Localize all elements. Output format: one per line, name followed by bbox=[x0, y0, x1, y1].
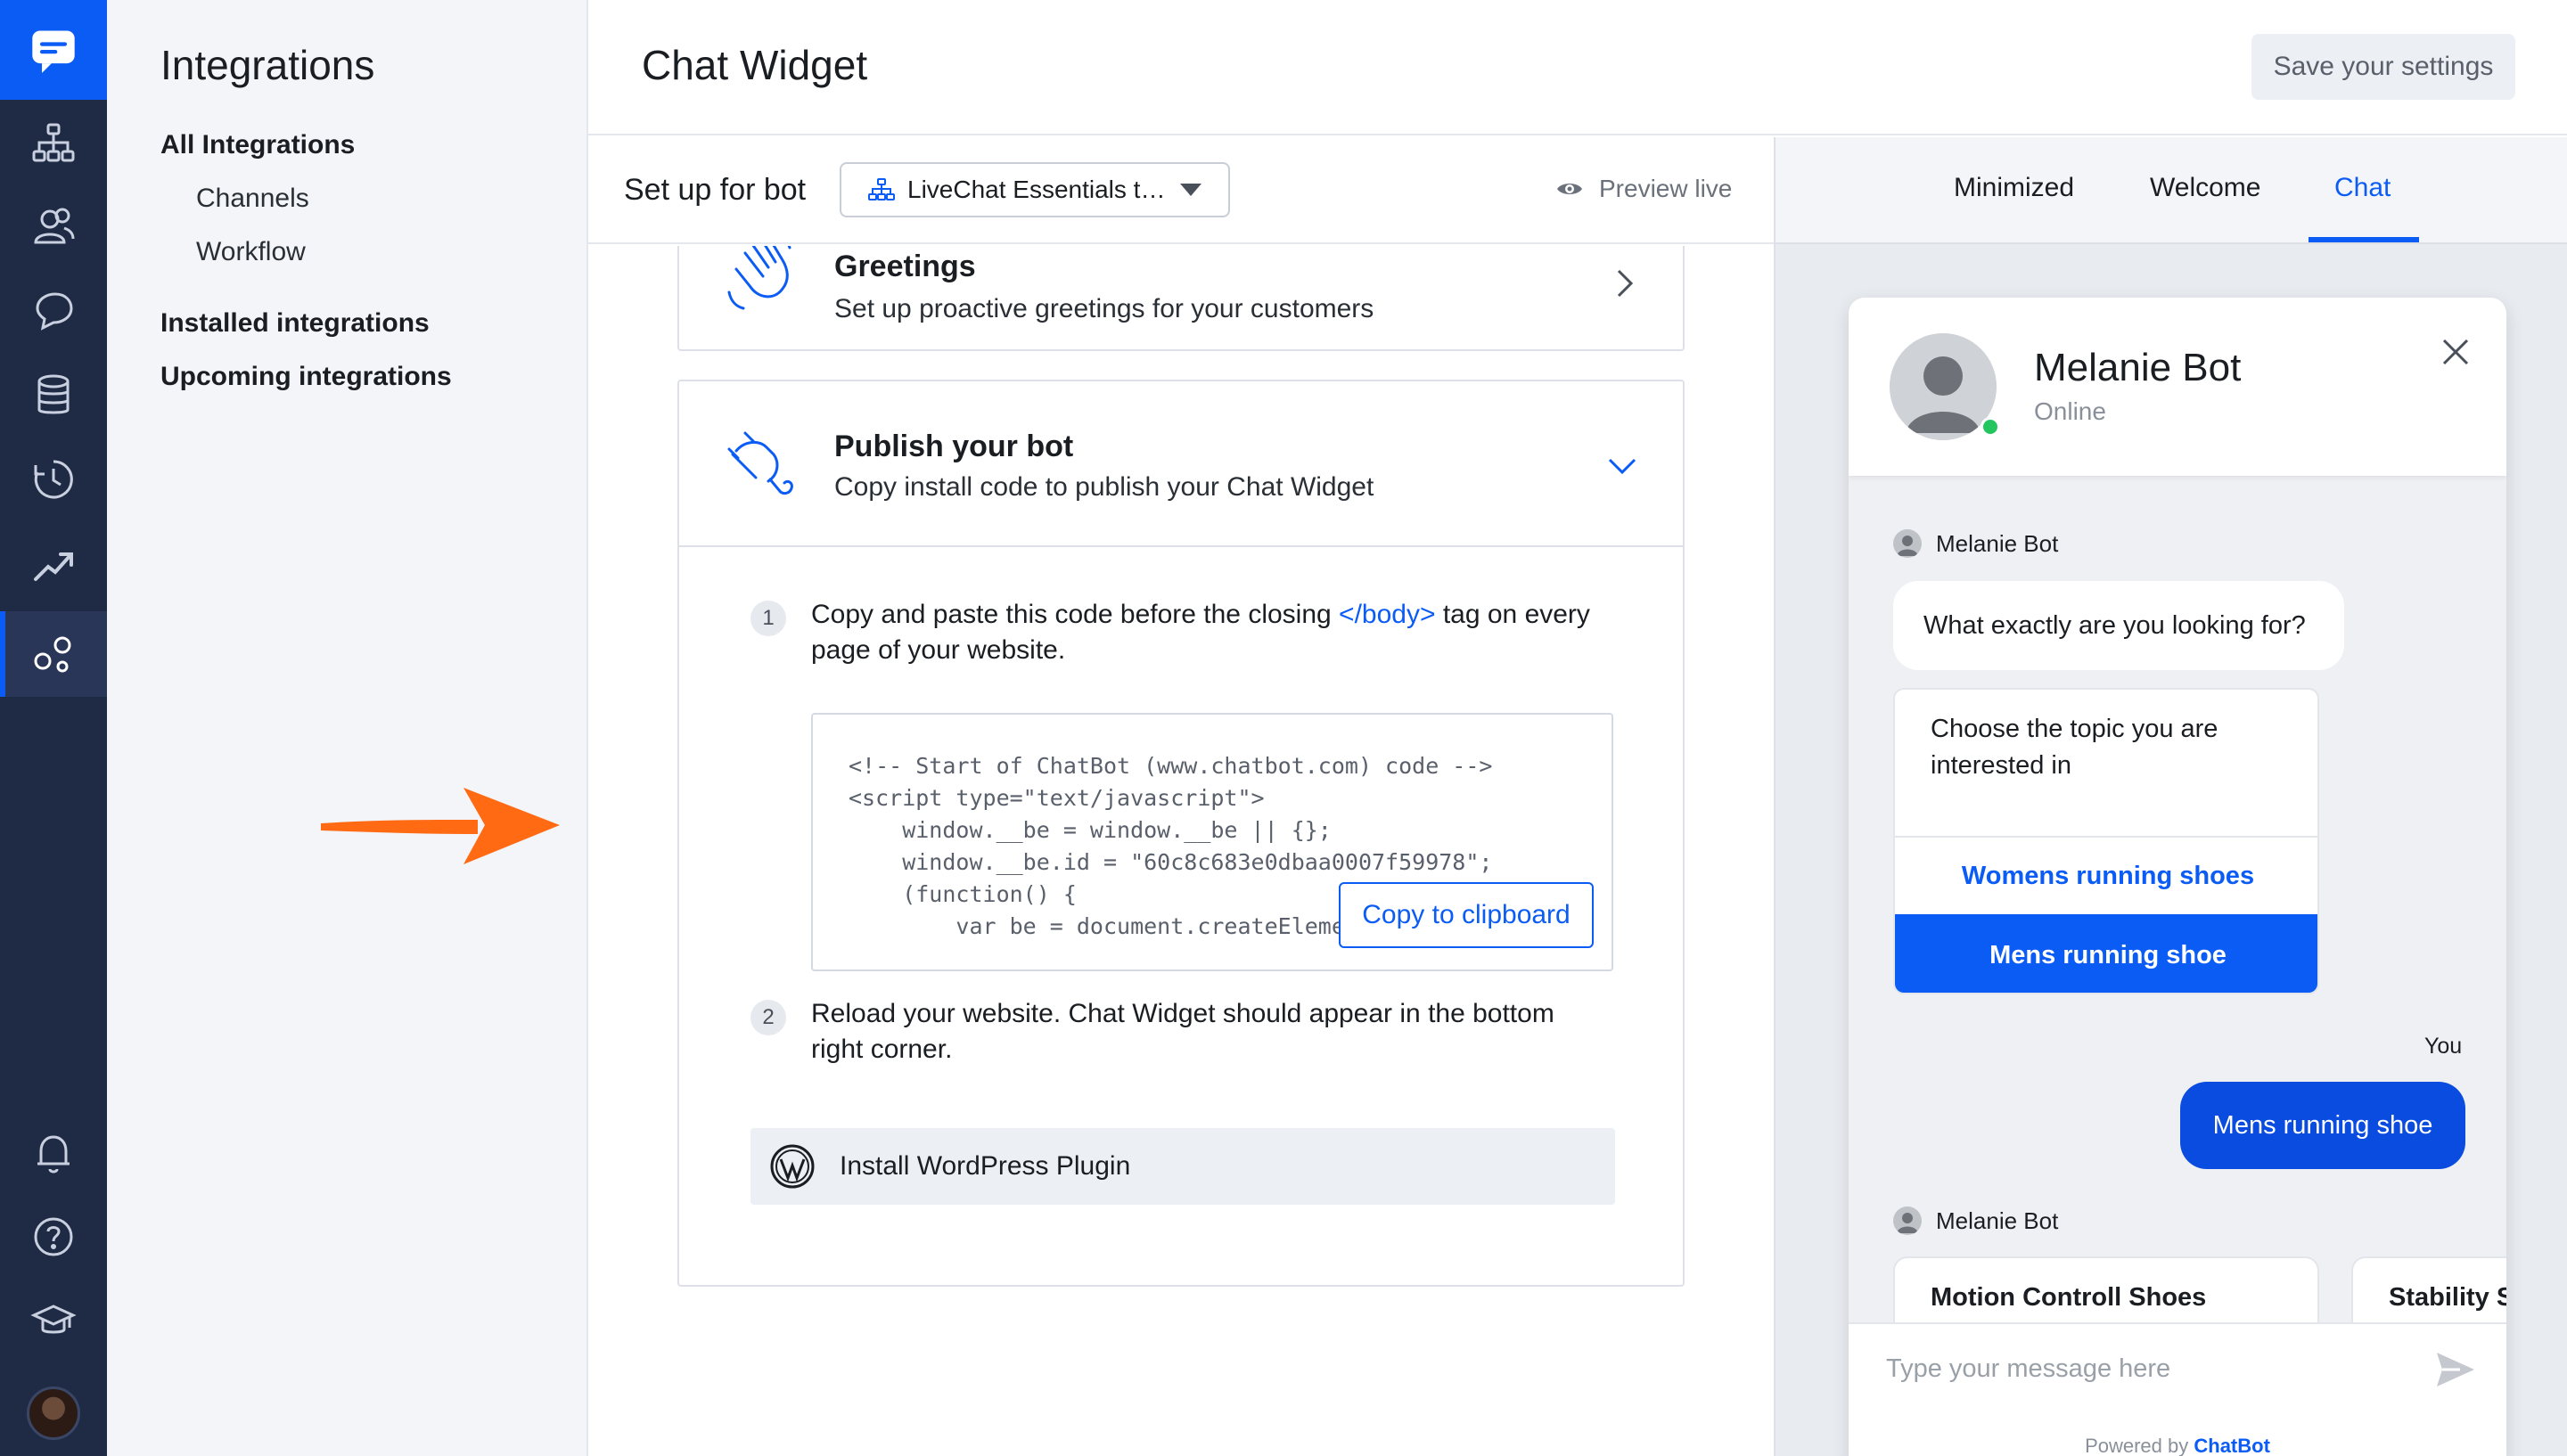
user-message: Mens running shoe bbox=[2180, 1082, 2465, 1169]
widget-header: Melanie Bot Online bbox=[1849, 298, 2506, 476]
left-rail bbox=[0, 0, 107, 1456]
reports-icon[interactable] bbox=[0, 522, 107, 608]
preview-live-label: Preview live bbox=[1599, 175, 1733, 202]
step-number: 2 bbox=[750, 1000, 786, 1035]
powered-by: Powered by ChatBot bbox=[1849, 1415, 2506, 1456]
you-label: You bbox=[2424, 1034, 2463, 1059]
bot-message: What exactly are you looking for? bbox=[1893, 581, 2344, 670]
step-number: 1 bbox=[750, 601, 786, 636]
save-settings-button[interactable]: Save your settings bbox=[2251, 34, 2515, 100]
setup-label: Set up for bot bbox=[624, 173, 807, 207]
eye-icon bbox=[1557, 184, 1582, 194]
copy-to-clipboard-button[interactable]: Copy to clipboard bbox=[1339, 882, 1594, 948]
database-icon[interactable] bbox=[0, 353, 107, 438]
tab-minimized[interactable]: Minimized bbox=[1954, 173, 2074, 203]
online-indicator bbox=[1981, 417, 2000, 437]
chat-icon[interactable] bbox=[0, 267, 107, 353]
message-sender: Melanie Bot bbox=[1893, 529, 2058, 558]
option-womens-running-shoes[interactable]: Womens running shoes bbox=[1895, 836, 2317, 914]
greetings-title: Greetings bbox=[834, 249, 976, 283]
publish-card: Publish your bot Copy install code to pu… bbox=[677, 380, 1685, 1287]
greetings-card[interactable]: Greetings Set up proactive greetings for… bbox=[677, 246, 1685, 351]
tab-chat[interactable]: Chat bbox=[2334, 173, 2391, 203]
topic-question: Choose the topic you are interested in bbox=[1931, 715, 2218, 780]
subnav-item-all-integrations[interactable]: All Integrations bbox=[160, 130, 355, 160]
bot-select-value: LiveChat Essentials t… bbox=[907, 176, 1166, 203]
bot-status: Online bbox=[2034, 397, 2106, 425]
structure-icon[interactable] bbox=[0, 100, 107, 185]
bot-structure-icon bbox=[868, 178, 895, 200]
integrations-icon[interactable] bbox=[0, 611, 107, 697]
waving-hand-icon bbox=[727, 246, 791, 310]
greetings-subtitle: Set up proactive greetings for your cust… bbox=[834, 294, 1374, 323]
subnav-item-channels[interactable]: Channels bbox=[196, 184, 309, 214]
sender-avatar bbox=[1893, 1207, 1922, 1235]
active-tab-indicator bbox=[2309, 237, 2419, 242]
publish-subtitle: Copy install code to publish your Chat W… bbox=[834, 472, 1374, 502]
page-header: Chat Widget Save your settings bbox=[588, 0, 2567, 135]
pointer-arrow-icon bbox=[321, 788, 560, 864]
wordpress-plugin-label: Install WordPress Plugin bbox=[840, 1151, 1131, 1181]
integrations-subnav: Integrations All Integrations Channels W… bbox=[107, 0, 588, 1456]
subnav-item-workflow[interactable]: Workflow bbox=[196, 237, 306, 267]
wordpress-icon bbox=[770, 1144, 815, 1189]
history-icon[interactable] bbox=[0, 437, 107, 522]
setup-bar: Set up for bot LiveChat Essentials t… Pr… bbox=[588, 137, 1774, 244]
bot-select[interactable]: LiveChat Essentials t… bbox=[840, 162, 1230, 217]
subnav-item-installed[interactable]: Installed integrations bbox=[160, 308, 430, 339]
chatbot-brand-link[interactable]: ChatBot bbox=[2194, 1435, 2270, 1456]
send-icon[interactable] bbox=[2435, 1349, 2476, 1390]
chevron-down-icon bbox=[1180, 184, 1201, 196]
chevron-right-icon bbox=[1617, 269, 1634, 298]
preview-tabs: Minimized Welcome Chat bbox=[1776, 137, 2567, 244]
install-code-box[interactable]: <!-- Start of ChatBot (www.chatbot.com) … bbox=[811, 713, 1613, 971]
settings-content: Greetings Set up proactive greetings for… bbox=[588, 246, 1774, 1456]
bell-icon[interactable] bbox=[0, 1110, 107, 1196]
install-wordpress-plugin-button[interactable]: Install WordPress Plugin bbox=[750, 1128, 1615, 1205]
publish-title: Publish your bot bbox=[834, 429, 1074, 463]
step-2-text: Reload your website. Chat Widget should … bbox=[811, 999, 1554, 1064]
topic-selection-card: Choose the topic you are interested in W… bbox=[1893, 688, 2319, 994]
academy-icon[interactable] bbox=[0, 1278, 107, 1363]
chat-widget: Melanie Bot Online Melanie Bot What exac… bbox=[1849, 298, 2506, 1456]
option-mens-running-shoe[interactable]: Mens running shoe bbox=[1895, 914, 2317, 993]
close-icon[interactable] bbox=[2440, 337, 2471, 367]
tab-welcome[interactable]: Welcome bbox=[2150, 173, 2260, 203]
divider bbox=[679, 545, 1683, 547]
sender-avatar bbox=[1893, 529, 1922, 558]
message-input[interactable]: Type your message here bbox=[1849, 1322, 2506, 1415]
step-1-text: Copy and paste this code before the clos… bbox=[811, 600, 1590, 665]
preview-live-link[interactable]: Preview live bbox=[1556, 175, 1732, 203]
widget-preview-panel: Minimized Welcome Chat Melanie Bot Onlin… bbox=[1774, 137, 2567, 1456]
help-icon[interactable] bbox=[0, 1194, 107, 1280]
app-logo-icon[interactable] bbox=[0, 0, 107, 100]
user-avatar[interactable] bbox=[27, 1386, 80, 1440]
page-title: Chat Widget bbox=[642, 42, 868, 88]
chevron-down-icon[interactable] bbox=[1606, 456, 1638, 478]
subnav-title: Integrations bbox=[160, 42, 375, 88]
bot-name: Melanie Bot bbox=[2034, 346, 2242, 389]
message-input-placeholder: Type your message here bbox=[1886, 1354, 2171, 1383]
users-icon[interactable] bbox=[0, 184, 107, 269]
message-sender: Melanie Bot bbox=[1893, 1207, 2058, 1235]
subnav-item-upcoming[interactable]: Upcoming integrations bbox=[160, 362, 452, 392]
plug-icon bbox=[727, 431, 793, 495]
